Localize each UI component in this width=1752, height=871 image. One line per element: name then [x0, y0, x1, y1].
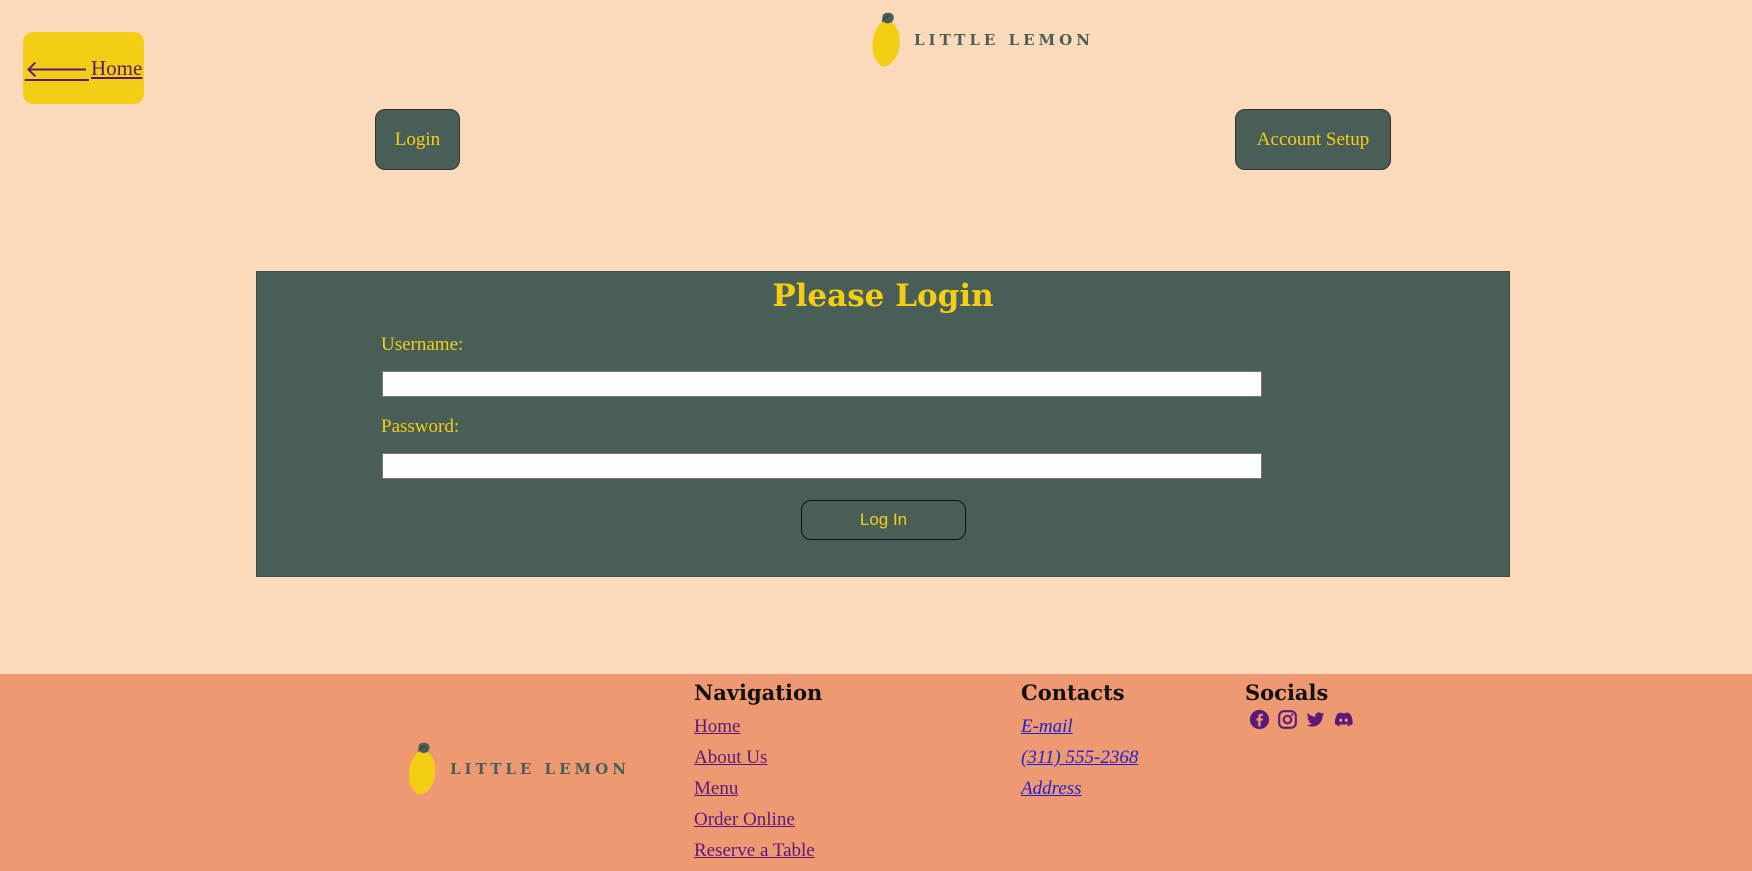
discord-icon[interactable] — [1333, 709, 1354, 730]
instagram-icon[interactable] — [1277, 709, 1298, 730]
password-label: Password: — [381, 416, 460, 437]
socials-heading: Socials — [1245, 680, 1329, 705]
social-icons — [1249, 709, 1354, 730]
arrow-left-icon: 🡐 — [24, 54, 90, 83]
login-title: Please Login — [772, 278, 994, 314]
tab-login[interactable]: Login — [375, 109, 460, 170]
login-panel: Please Login Username: Password: Log In — [256, 271, 1510, 577]
footer-logo: LITTLE LEMON — [406, 742, 630, 796]
footer-link-reserve-table[interactable]: Reserve a Table — [694, 835, 822, 866]
home-back-button[interactable]: 🡐 Home — [23, 32, 144, 104]
password-field[interactable] — [382, 453, 1262, 479]
username-field[interactable] — [382, 371, 1262, 397]
footer-link-home[interactable]: Home — [694, 711, 822, 742]
footer-socials: Socials — [1245, 680, 1354, 730]
brand-name: LITTLE LEMON — [914, 31, 1094, 49]
twitter-icon[interactable] — [1305, 709, 1326, 730]
footer-link-menu[interactable]: Menu — [694, 773, 822, 804]
lemon-icon — [408, 742, 436, 795]
footer-brand-name: LITTLE LEMON — [450, 760, 630, 778]
footer: Navigation Home About Us Menu Order Onli… — [0, 674, 1752, 871]
footer-link-order-online[interactable]: Order Online — [694, 804, 822, 835]
username-label: Username: — [381, 334, 464, 355]
footer-link-about-us[interactable]: About Us — [694, 742, 822, 773]
contact-phone-link[interactable]: (311) 555-2368 — [1021, 742, 1138, 773]
contacts-heading: Contacts — [1021, 680, 1125, 705]
navigation-heading: Navigation — [694, 680, 823, 705]
contact-address-link[interactable]: Address — [1021, 773, 1138, 804]
home-back-label: Home — [91, 55, 143, 80]
footer-navigation: Navigation Home About Us Menu Order Onli… — [694, 680, 822, 866]
log-in-button[interactable]: Log In — [801, 500, 966, 540]
contact-email-link[interactable]: E-mail — [1021, 711, 1138, 742]
footer-contacts: Contacts E-mail (311) 555-2368 Address — [1021, 680, 1138, 804]
lemon-icon — [872, 12, 900, 67]
header-logo: LITTLE LEMON — [870, 12, 1094, 68]
facebook-icon[interactable] — [1249, 709, 1270, 730]
tab-account-setup[interactable]: Account Setup — [1235, 109, 1391, 170]
